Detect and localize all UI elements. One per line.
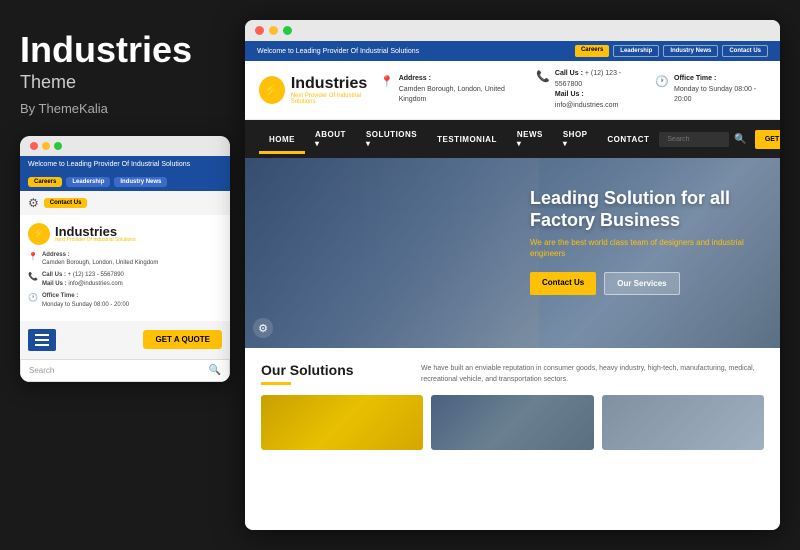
site-services-button[interactable]: Our Services [604,272,679,295]
site-hero-buttons: Contact Us Our Services [530,272,760,295]
mobile-dot-green [54,142,62,150]
mobile-dot-yellow [42,142,50,150]
site-hero-gear-icon: ⚙ [253,318,273,338]
site-hero-content: Leading Solution for all Factory Busines… [530,188,760,295]
nav-shop[interactable]: SHOP ▾ [553,120,598,158]
site-solutions-title: Our Solutions [261,362,401,378]
mobile-address-text: Address : Camden Borough, London, United… [42,251,158,268]
site-address-item: 📍 Address : Camden Borough, London, Unit… [380,74,522,106]
site-logo-text: Industries [291,75,380,93]
mobile-search-icon[interactable]: 🔍 [209,365,221,376]
site-pill-industry[interactable]: Industry News [663,45,718,57]
mobile-content: ⚡ Industries Next Provider Of Industrial… [20,215,230,321]
desktop-dot-yellow [269,26,278,35]
site-address-text: Address : Camden Borough, London, United… [399,74,523,106]
desktop-dot-red [255,26,264,35]
desktop-window-bar [245,20,780,41]
desktop-mockup: Welcome to Leading Provider Of Industria… [245,20,780,530]
site-solutions-image-2 [431,395,593,450]
site-solutions-header: Our Solutions We have built an enviable … [261,362,764,385]
menu-line-3 [35,344,49,346]
site-solutions-underline [261,382,291,385]
phone-icon: 📞 [28,272,38,281]
mobile-call-text: Call Us : + (12) 123 - 5567890 Mail Us :… [42,271,124,288]
site-clock-icon: 🕐 [655,75,669,88]
site-header: ⚡ Industries Next Provider Of Industrial… [245,61,780,120]
site-topbar-right: Careers Leadership Industry News Contact… [575,45,768,57]
nav-home[interactable]: HOME [259,125,305,154]
site-hero-subtitle: We are the best world class team of desi… [530,237,760,259]
site-phone-icon: 📞 [536,70,550,83]
site-pill-leadership[interactable]: Leadership [613,45,659,57]
site-pill-careers[interactable]: Careers [575,45,609,57]
nav-news[interactable]: NEWS ▾ [507,120,553,158]
mobile-get-quote-button[interactable]: GET A QUOTE [143,330,222,349]
site-office-item: 🕐 Office Time : Monday to Sunday 08:00 -… [655,74,766,106]
menu-line-2 [35,339,49,341]
left-panel: Industries Theme By ThemeKalia Welcome t… [0,0,245,550]
mobile-office-text: Office Time : Monday to Sunday 08:00 - 2… [42,292,129,309]
hero-person-area [245,158,539,348]
nav-solutions[interactable]: SOLUTIONS ▾ [356,120,427,158]
mobile-call-row: 📞 Call Us : + (12) 123 - 5567890 Mail Us… [28,271,222,288]
gear-icon[interactable]: ⚙ [28,196,39,210]
mobile-dot-red [30,142,38,150]
mobile-pill-industry[interactable]: Industry News [114,177,167,187]
theme-subtitle: Theme [20,72,225,93]
mobile-window-bar [20,136,230,156]
site-contact-button[interactable]: Contact Us [530,272,596,295]
site-nav: HOME ABOUT ▾ SOLUTIONS ▾ TESTIMONIAL NEW… [245,120,780,158]
desktop-dot-green [283,26,292,35]
site-topbar-text: Welcome to Leading Provider Of Industria… [257,48,419,55]
mobile-pill-careers[interactable]: Careers [28,177,62,187]
site-solutions-text: We have built an enviable reputation in … [421,362,764,385]
site-logo: ⚡ Industries Next Provider Of Industrial… [259,75,380,105]
mobile-footer: GET A QUOTE [20,321,230,359]
site-pill-contact[interactable]: Contact Us [722,45,768,57]
site-call-text: Call Us : + (12) 123 - 5567800 Mail Us :… [555,69,641,111]
site-search-input[interactable] [659,132,729,147]
theme-author: By ThemeKalia [20,101,225,116]
site-topbar: Welcome to Leading Provider Of Industria… [245,41,780,61]
site-solutions-image-3 [602,395,764,450]
mobile-pill-contact[interactable]: Contact Us [44,198,88,208]
menu-line-1 [35,334,49,336]
theme-title: Industries [20,30,225,70]
nav-testimonial[interactable]: TESTIMONIAL [427,125,507,154]
mobile-logo-icon: ⚡ [28,223,50,245]
nav-contact[interactable]: CONTACT [597,125,659,154]
hamburger-icon[interactable] [28,329,56,351]
mobile-logo: ⚡ Industries Next Provider Of Industrial… [28,223,222,245]
mobile-office-row: 🕐 Office Time : Monday to Sunday 08:00 -… [28,292,222,309]
nav-about[interactable]: ABOUT ▾ [305,120,356,158]
site-office-text: Office Time : Monday to Sunday 08:00 - 2… [674,74,766,106]
site-nav-search: 🔍 [659,132,746,147]
site-hero-title: Leading Solution for all Factory Busines… [530,188,760,231]
website-content: Welcome to Leading Provider Of Industria… [245,41,780,530]
mobile-topbar-blue: Welcome to Leading Provider Of Industria… [20,156,230,173]
mobile-mockup: Welcome to Leading Provider Of Industria… [20,136,230,382]
mobile-nav-pills: Careers Leadership Industry News [20,173,230,191]
site-header-info: 📍 Address : Camden Borough, London, Unit… [380,69,766,111]
mobile-logo-sub: Next Provider Of Industrial Solutions [55,237,136,243]
site-solutions-section: Our Solutions We have built an enviable … [245,348,780,530]
mobile-address-row: 📍 Address : Camden Borough, London, Unit… [28,251,222,268]
mobile-gear-row: ⚙ Contact Us [20,191,230,215]
site-solutions-image-1 [261,395,423,450]
site-logo-icon: ⚡ [259,76,285,104]
clock-icon: 🕐 [28,293,38,302]
site-logo-sub: Next Provider Of Industrial Solutions [291,93,380,105]
site-solutions-left: Our Solutions [261,362,401,385]
mobile-search-bar: Search 🔍 [20,359,230,382]
site-location-icon: 📍 [380,75,394,88]
site-hero: Leading Solution for all Factory Busines… [245,158,780,348]
site-search-icon[interactable]: 🔍 [734,134,746,145]
location-icon: 📍 [28,252,38,261]
mobile-search-text: Search [29,366,54,375]
site-call-item: 📞 Call Us : + (12) 123 - 5567800 Mail Us… [536,69,641,111]
site-get-quote-button[interactable]: GET A QUOTE [755,130,780,149]
mobile-pill-leadership[interactable]: Leadership [66,177,110,187]
site-solutions-images [261,395,764,450]
